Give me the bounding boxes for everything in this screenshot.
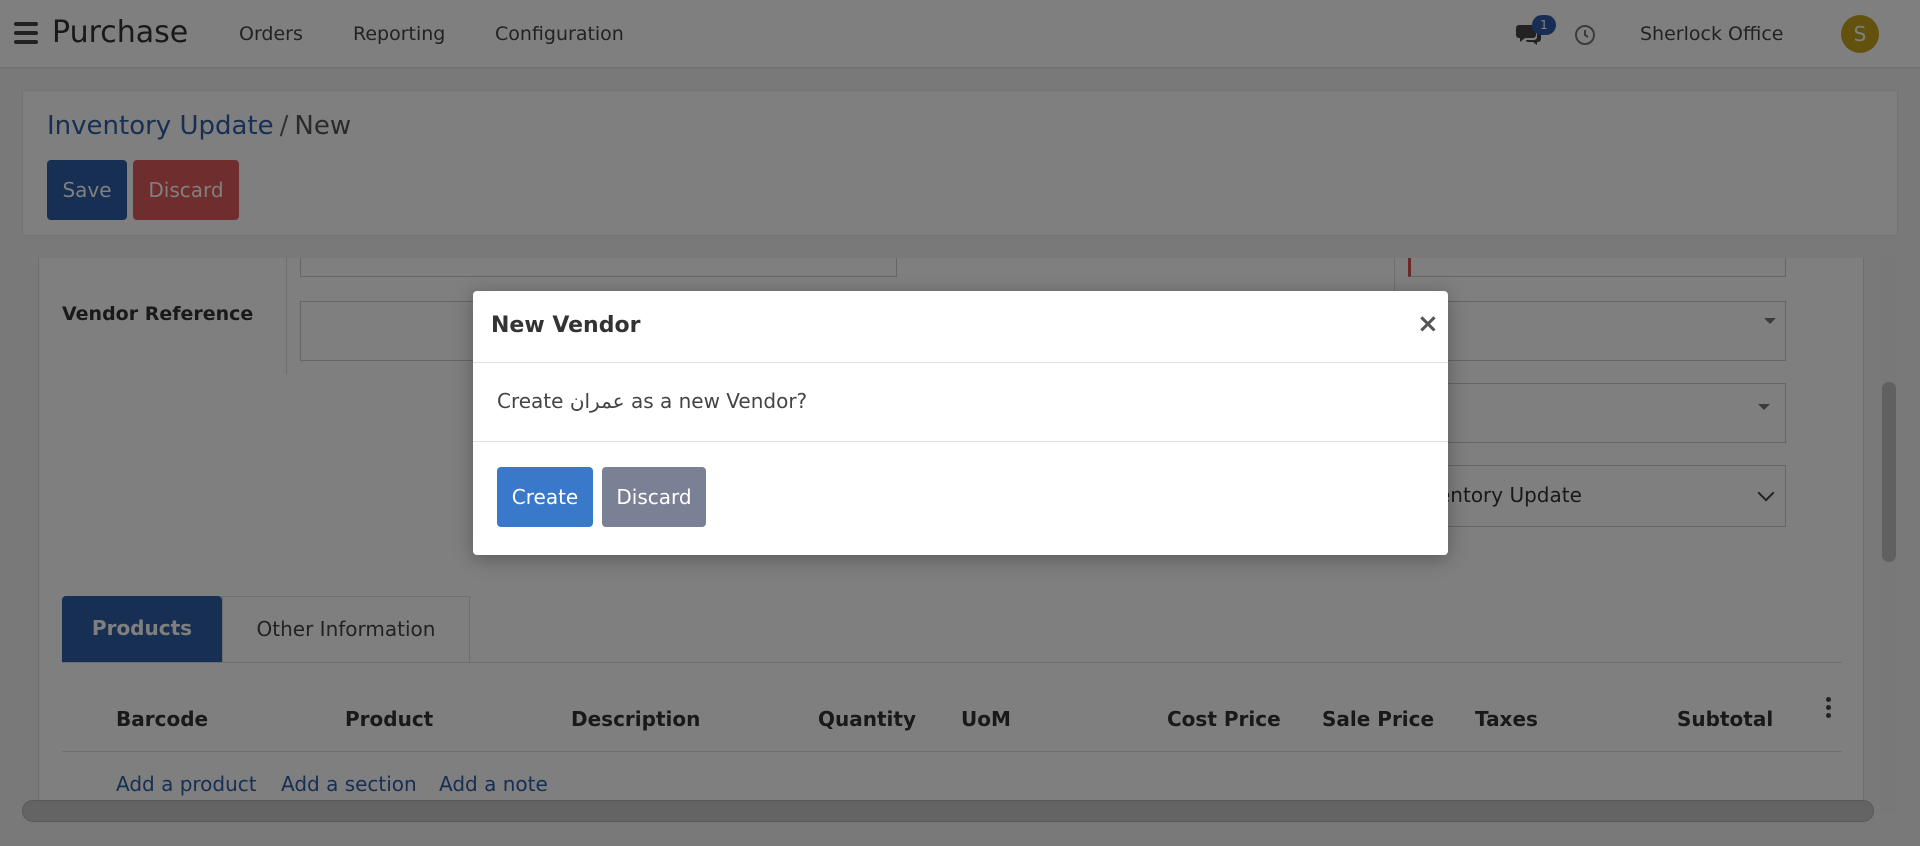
dialog-header: New Vendor × <box>473 291 1448 363</box>
dialog-title: New Vendor <box>491 313 641 338</box>
dialog-message: Create عمران as a new Vendor? <box>497 389 808 413</box>
close-icon[interactable]: × <box>1417 309 1439 339</box>
new-vendor-dialog: New Vendor × Create عمران as a new Vendo… <box>473 291 1448 555</box>
dialog-discard-button[interactable]: Discard <box>602 467 706 527</box>
create-button[interactable]: Create <box>497 467 593 527</box>
dialog-body: Create عمران as a new Vendor? <box>473 363 1448 442</box>
